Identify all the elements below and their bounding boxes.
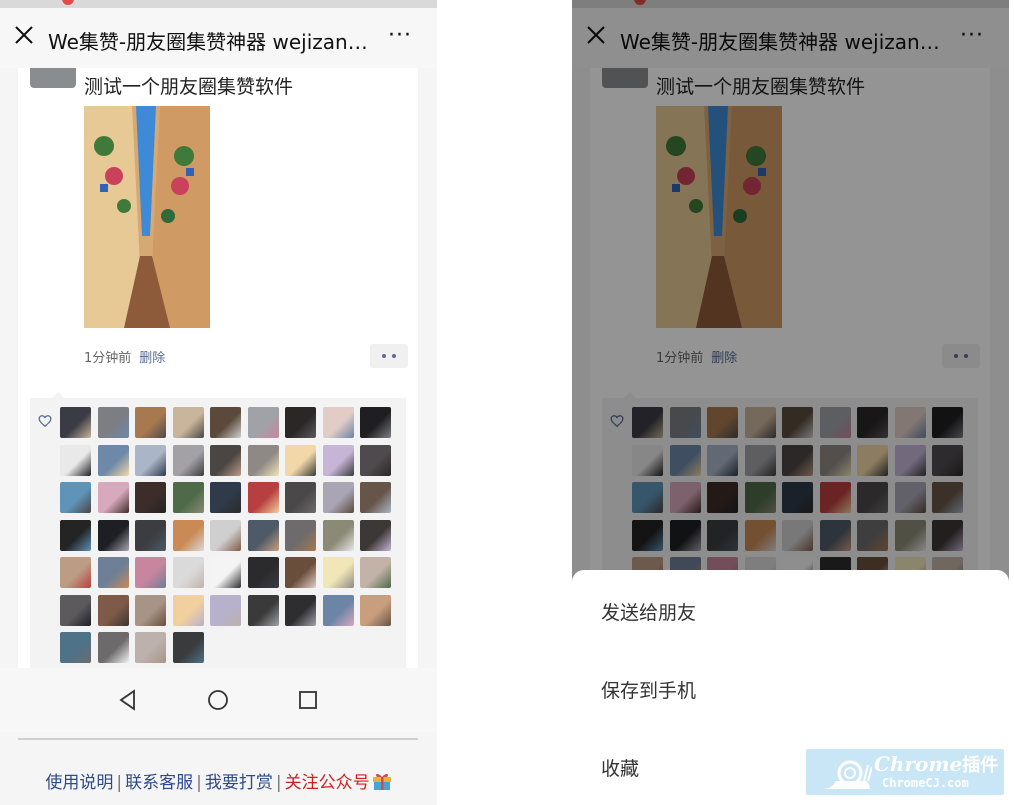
moments-post: 测试一个朋友圈集赞软件 1分钟前 删除 [18,68,418,678]
liker-avatar[interactable] [210,557,241,588]
page-content: 测试一个朋友圈集赞软件 1分钟前 删除 [0,68,437,678]
post-text: 测试一个朋友圈集赞软件 [84,76,294,98]
liker-avatar[interactable] [210,519,241,551]
android-nav-bar [0,668,437,732]
heart-icon [38,415,52,428]
separator: | [275,773,282,793]
liker-avatar[interactable] [60,482,91,513]
liker-avatar[interactable] [97,557,129,588]
liker-avatar[interactable] [247,407,279,438]
liker-avatar[interactable] [172,519,204,551]
notification-dot-icon [62,0,74,5]
liker-avatar[interactable] [285,444,316,476]
liker-avatar[interactable] [210,594,241,626]
liker-avatar[interactable] [322,594,354,626]
snail-icon [822,760,872,789]
divider [18,738,418,740]
liker-avatar[interactable] [97,482,129,513]
liker-avatar[interactable] [97,519,129,551]
instructions-link[interactable]: 使用说明 [45,773,113,793]
liker-avatar[interactable] [97,594,129,626]
more-icon[interactable]: ··· [388,25,412,47]
liker-avatar[interactable] [172,557,204,588]
liker-avatar[interactable] [285,557,316,588]
liker-avatar[interactable] [172,594,204,626]
liker-avatar[interactable] [360,557,391,588]
browser-titlebar: We集赞-朋友圈集赞神器 wejizan.... ··· [0,8,437,68]
liker-avatar[interactable] [97,632,129,663]
liker-avatar[interactable] [172,444,204,476]
liker-avatar[interactable] [60,594,91,626]
liker-avatar[interactable] [172,482,204,513]
liker-avatar[interactable] [247,519,279,551]
favorite-option[interactable]: 收藏 [601,754,639,781]
recents-nav-icon[interactable] [296,688,320,712]
watermark-site: ChromeCJ.com [882,776,969,790]
liker-avatar[interactable] [60,557,91,588]
liker-avatar[interactable] [322,407,354,438]
liker-avatar[interactable] [135,482,166,513]
liker-avatar[interactable] [322,557,354,588]
liker-avatar[interactable] [135,594,166,626]
post-meta: 1分钟前 删除 [84,347,165,366]
liker-avatar[interactable] [60,407,91,438]
likes-panel [30,392,406,670]
phone-screen-share-sheet: We集赞-朋友圈集赞神器 wejizan.... ··· 测试一个朋友圈集赞软件 [572,0,1009,805]
liker-avatar[interactable] [285,594,316,626]
separator: | [116,773,123,793]
liker-avatar[interactable] [210,444,241,476]
watermark-logo: Chrome插件 ChromeCJ.com [806,749,1004,795]
liker-avatar[interactable] [247,482,279,513]
send-to-friend-option[interactable]: 发送给朋友 [601,598,696,625]
page-title: We集赞-朋友圈集赞神器 wejizan.... [48,30,368,54]
delete-link[interactable]: 删除 [139,351,165,366]
post-photo[interactable] [84,106,210,328]
liker-avatar[interactable] [322,444,354,476]
liker-avatar[interactable] [247,557,279,588]
liker-avatar[interactable] [360,519,391,551]
liker-avatar[interactable] [97,407,129,438]
liker-avatar[interactable] [285,407,316,438]
liker-avatar[interactable] [135,444,166,476]
comment-like-button[interactable] [370,344,408,368]
back-nav-icon[interactable] [116,688,140,712]
status-bar [0,0,437,8]
avatar[interactable] [30,68,76,88]
liker-avatar[interactable] [135,407,166,438]
liker-avatar[interactable] [360,407,391,438]
gift-icon [372,773,391,790]
liker-avatar[interactable] [360,444,391,476]
liker-avatar[interactable] [322,519,354,551]
liker-avatar[interactable] [97,444,129,476]
liker-avatar[interactable] [210,482,241,513]
liker-avatar[interactable] [285,519,316,551]
liker-avatar[interactable] [135,632,166,663]
tip-link[interactable]: 我要打赏 [205,773,273,793]
post-time: 1分钟前 [84,351,132,366]
liker-avatar[interactable] [322,482,354,513]
liker-avatar[interactable] [247,444,279,476]
close-icon[interactable] [12,23,36,47]
liker-avatar[interactable] [172,407,204,438]
liker-avatar[interactable] [247,594,279,626]
liker-avatar[interactable] [360,482,391,513]
separator: | [196,773,202,793]
liker-avatar[interactable] [360,594,391,626]
liker-avatar[interactable] [60,444,91,476]
follow-link[interactable]: 关注公众号 [285,773,370,793]
liker-avatar[interactable] [60,632,91,663]
phone-screen-webpage: We集赞-朋友圈集赞神器 wejizan.... ··· 测试一个朋友圈集赞软件 [0,0,437,805]
liker-avatar[interactable] [60,519,91,551]
liker-avatar[interactable] [172,632,204,663]
liker-avatar[interactable] [285,482,316,513]
footer-links: 使用说明 | 联系客服 | 我要打赏 | 关注公众号 [0,768,437,805]
liker-avatar[interactable] [210,407,241,438]
support-link[interactable]: 联系客服 [125,773,193,793]
watermark-brand: Chrome插件 [874,752,999,776]
home-nav-icon[interactable] [206,688,230,712]
save-to-phone-option[interactable]: 保存到手机 [601,676,696,703]
liker-avatar[interactable] [135,519,166,551]
liker-avatar[interactable] [135,557,166,588]
